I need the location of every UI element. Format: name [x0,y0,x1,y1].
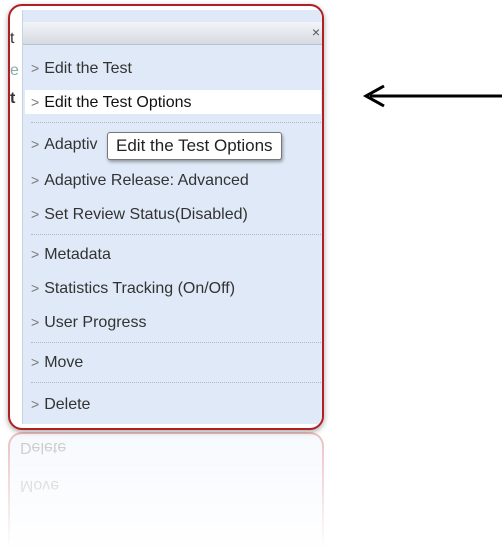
menu-item-edit-test-options[interactable]: > Edit the Test Options [25,90,321,114]
chevron-right-icon: > [31,396,40,412]
chevron-right-icon: > [31,206,40,222]
menu-separator [31,122,321,123]
menu-item-label: User Progress [44,314,147,331]
menu-item-statistics-tracking[interactable]: > Statistics Tracking (On/Off) [31,276,321,300]
tooltip: Edit the Test Options [107,132,282,160]
chevron-right-icon: > [31,94,40,110]
reflection-text: Move [20,477,60,494]
menu-item-label: Adaptiv [44,136,98,153]
chevron-right-icon: > [31,136,40,152]
menu-reflection: Delete Move [8,432,324,550]
menu-item-label: Statistics Tracking (On/Off) [44,280,236,297]
menu-item-move[interactable]: > Move [31,350,321,374]
menu-item-label: Adaptive Release: Advanced [44,172,249,189]
menu-separator [31,382,321,383]
chevron-right-icon: > [31,172,40,188]
menu-item-metadata[interactable]: > Metadata [31,242,321,266]
menu-item-set-review-status[interactable]: > Set Review Status(Disabled) [31,202,321,226]
chevron-right-icon: > [31,60,40,76]
menu-header: × [23,22,322,45]
edge-text-fragment: e [10,62,19,79]
arrow-left-icon [362,84,502,108]
edge-text-fragment: t [10,90,16,107]
menu-item-label: Edit the Test [44,60,132,77]
chevron-right-icon: > [31,246,40,262]
context-menu: × > Edit the Test > Edit the Test Options … [22,10,322,424]
menu-item-label: Metadata [44,246,111,263]
menu-item-adaptive-release-advanced[interactable]: > Adaptive Release: Advanced [31,168,321,192]
close-icon[interactable]: × [308,24,322,40]
chevron-right-icon: > [31,280,40,296]
edge-text-fragment: t [10,30,15,47]
menu-item-label: Delete [44,396,91,413]
menu-item-user-progress[interactable]: > User Progress [31,310,321,334]
chevron-right-icon: > [31,354,40,370]
menu-item-edit-test[interactable]: > Edit the Test [31,56,321,80]
menu-separator [31,342,321,343]
menu-separator [31,234,321,235]
menu-item-label: Move [44,354,84,371]
menu-frame: t e t × > Edit the Test > Edit the Test Op… [8,4,324,430]
menu-item-label: Set Review Status(Disabled) [44,206,248,223]
menu-item-delete[interactable]: > Delete [31,392,321,416]
reflection-text: Delete [20,439,67,456]
menu-item-label: Edit the Test Options [44,94,192,111]
chevron-right-icon: > [31,314,40,330]
